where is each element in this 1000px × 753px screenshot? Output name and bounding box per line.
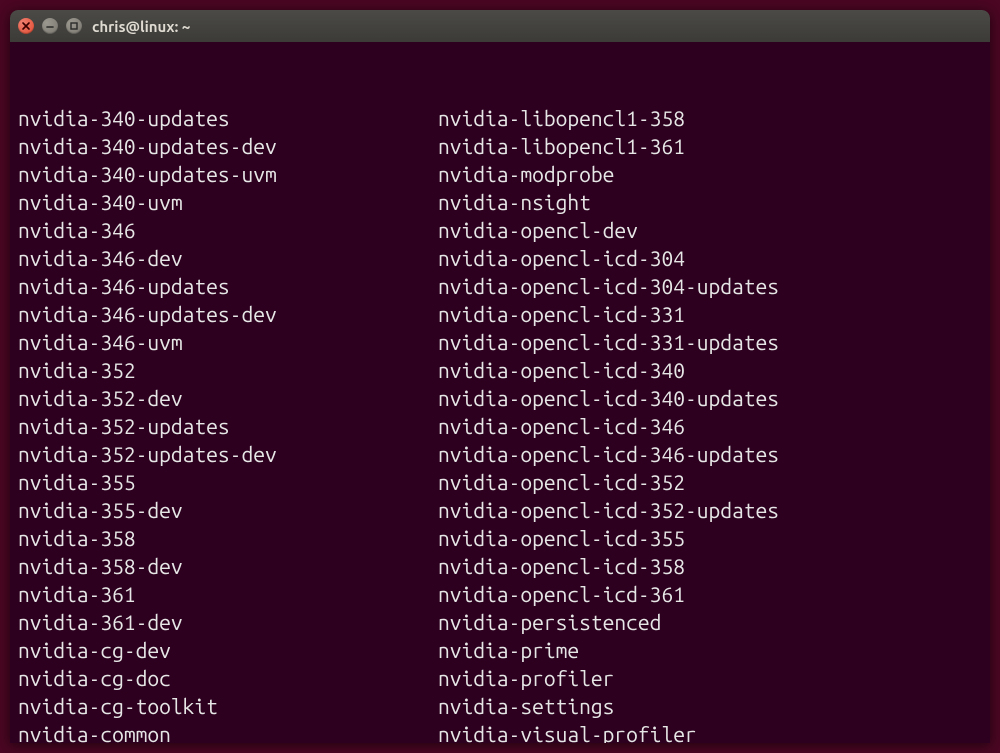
minimize-icon <box>45 21 55 31</box>
close-icon <box>21 21 31 31</box>
terminal-window: chris@linux: ~ nvidia-340-updates nvidia… <box>10 10 990 743</box>
close-button[interactable] <box>18 18 34 34</box>
minimize-button[interactable] <box>42 18 58 34</box>
listing-column-right: nvidia-libopencl1-358 nvidia-libopencl1-… <box>438 104 982 743</box>
listing-column-left: nvidia-340-updates nvidia-340-updates-de… <box>18 104 438 743</box>
window-title: chris@linux: ~ <box>92 18 190 35</box>
maximize-button[interactable] <box>66 18 82 34</box>
maximize-icon <box>69 21 79 31</box>
terminal-viewport[interactable]: nvidia-340-updates nvidia-340-updates-de… <box>10 42 990 743</box>
titlebar[interactable]: chris@linux: ~ <box>10 10 990 42</box>
tab-completion-listing: nvidia-340-updates nvidia-340-updates-de… <box>18 104 982 743</box>
window-buttons <box>18 18 82 34</box>
